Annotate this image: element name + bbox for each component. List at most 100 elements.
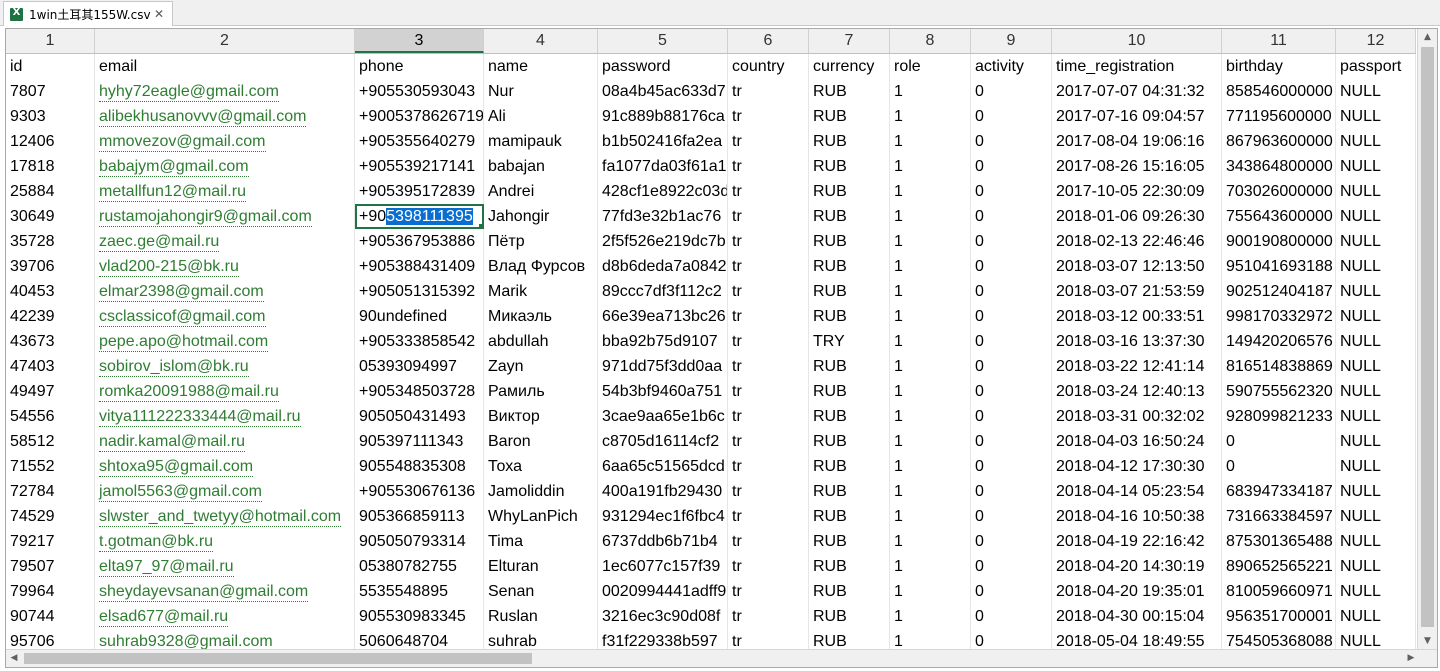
cell-email[interactable]: sheydayevsanan@gmail.com [95,579,355,604]
cell-time_registration[interactable]: 2018-03-12 00:33:51 [1052,304,1222,329]
cell-time_registration[interactable]: 2017-07-07 04:31:32 [1052,79,1222,104]
cell-currency[interactable]: RUB [809,554,890,579]
cell-id[interactable]: 40453 [6,279,95,304]
header-cell-name[interactable]: name [484,54,598,79]
cell-birthday[interactable]: 902512404187 [1222,279,1336,304]
cell-password[interactable]: 77fd3e32b1ac76 [598,204,728,229]
cell-role[interactable]: 1 [890,379,971,404]
scroll-left-icon[interactable]: ◀ [6,650,22,667]
cell-currency[interactable]: RUB [809,129,890,154]
cell-role[interactable]: 1 [890,229,971,254]
cell-email[interactable]: nadir.kamal@mail.ru [95,429,355,454]
cell-country[interactable]: tr [728,379,809,404]
cell-country[interactable]: tr [728,254,809,279]
cell-name[interactable]: Andrei [484,179,598,204]
header-cell-time_registration[interactable]: time_registration [1052,54,1222,79]
cell-time_registration[interactable]: 2018-05-04 18:49:55 [1052,629,1222,649]
cell-currency[interactable]: RUB [809,629,890,649]
cell-passport[interactable]: NULL [1336,479,1416,504]
cell-currency[interactable]: RUB [809,204,890,229]
cell-activity[interactable]: 0 [971,229,1052,254]
cell-activity[interactable]: 0 [971,204,1052,229]
cell-phone[interactable]: +905530676136 [355,479,484,504]
cell-phone[interactable]: 90undefined [355,304,484,329]
column-header-3[interactable]: 3 [355,29,484,53]
column-header-12[interactable]: 12 [1336,29,1416,53]
email-link[interactable]: zaec.ge@mail.ru [99,233,220,252]
cell-role[interactable]: 1 [890,629,971,649]
scroll-down-icon[interactable]: ▼ [1418,633,1437,649]
cell-name[interactable]: suhrab [484,629,598,649]
cell-activity[interactable]: 0 [971,329,1052,354]
email-link[interactable]: t.gotman@bk.ru [99,533,214,552]
cell-id[interactable]: 54556 [6,404,95,429]
cell-email[interactable]: alibekhusanovvv@gmail.com [95,104,355,129]
cell-email[interactable]: babajym@gmail.com [95,154,355,179]
cell-birthday[interactable]: 0 [1222,454,1336,479]
cell-role[interactable]: 1 [890,404,971,429]
cell-role[interactable]: 1 [890,579,971,604]
cell-password[interactable]: d8b6deda7a0842 [598,254,728,279]
cell-country[interactable]: tr [728,354,809,379]
cell-currency[interactable]: RUB [809,229,890,254]
cell-activity[interactable]: 0 [971,429,1052,454]
cell-password[interactable]: c8705d16114cf2 [598,429,728,454]
cell-phone[interactable]: +905539217141 [355,154,484,179]
cell-phone[interactable]: 905530983345 [355,604,484,629]
header-cell-activity[interactable]: activity [971,54,1052,79]
cell-time_registration[interactable]: 2018-04-16 10:50:38 [1052,504,1222,529]
email-link[interactable]: rustamojahongir9@gmail.com [99,208,312,227]
cell-id[interactable]: 42239 [6,304,95,329]
cell-phone[interactable]: 05380782755 [355,554,484,579]
cell-password[interactable]: 3216ec3c90d08f [598,604,728,629]
cell-passport[interactable]: NULL [1336,604,1416,629]
cell-password[interactable]: 3cae9aa65e1b6c [598,404,728,429]
cell-country[interactable]: tr [728,329,809,354]
email-link[interactable]: pepe.apo@hotmail.com [99,333,269,352]
cell-currency[interactable]: TRY [809,329,890,354]
cell-currency[interactable]: RUB [809,104,890,129]
header-cell-phone[interactable]: phone [355,54,484,79]
cell-id[interactable]: 79964 [6,579,95,604]
cell-password[interactable]: 91c889b88176ca [598,104,728,129]
cell-time_registration[interactable]: 2018-04-14 05:23:54 [1052,479,1222,504]
cell-birthday[interactable]: 956351700001 [1222,604,1336,629]
cell-time_registration[interactable]: 2017-08-26 15:16:05 [1052,154,1222,179]
cell-name[interactable]: Zayn [484,354,598,379]
email-link[interactable]: sheydayevsanan@gmail.com [99,583,309,602]
cell-country[interactable]: tr [728,229,809,254]
cell-id[interactable]: 74529 [6,504,95,529]
cell-password[interactable]: 54b3bf9460a751 [598,379,728,404]
cell-password[interactable]: fa1077da03f61a1 [598,154,728,179]
cell-activity[interactable]: 0 [971,154,1052,179]
cell-activity[interactable]: 0 [971,604,1052,629]
cell-password[interactable]: 08a4b45ac633d7 [598,79,728,104]
cell-activity[interactable]: 0 [971,254,1052,279]
header-cell-passport[interactable]: passport [1336,54,1416,79]
cell-birthday[interactable]: 731663384597 [1222,504,1336,529]
vertical-scroll-thumb[interactable] [1421,47,1434,627]
cell-name[interactable]: Tima [484,529,598,554]
cell-name[interactable]: Jamoliddin [484,479,598,504]
cell-role[interactable]: 1 [890,554,971,579]
cell-activity[interactable]: 0 [971,529,1052,554]
cell-id[interactable]: 30649 [6,204,95,229]
cell-role[interactable]: 1 [890,604,971,629]
cell-currency[interactable]: RUB [809,179,890,204]
cell-time_registration[interactable]: 2018-02-13 22:46:46 [1052,229,1222,254]
cell-role[interactable]: 1 [890,479,971,504]
cell-currency[interactable]: RUB [809,529,890,554]
cell-password[interactable]: 0020994441adff9 [598,579,728,604]
cell-id[interactable]: 58512 [6,429,95,454]
email-link[interactable]: jamol5563@gmail.com [99,483,262,502]
cell-currency[interactable]: RUB [809,304,890,329]
cell-phone[interactable]: 5060648704 [355,629,484,649]
email-link[interactable]: babajym@gmail.com [99,158,249,177]
cell-currency[interactable]: RUB [809,404,890,429]
scroll-up-icon[interactable]: ▲ [1418,29,1437,45]
cell-birthday[interactable]: 875301365488 [1222,529,1336,554]
cell-name[interactable]: Рамиль [484,379,598,404]
cell-birthday[interactable]: 810059660971 [1222,579,1336,604]
cell-country[interactable]: tr [728,79,809,104]
cell-password[interactable]: 971dd75f3dd0aa [598,354,728,379]
